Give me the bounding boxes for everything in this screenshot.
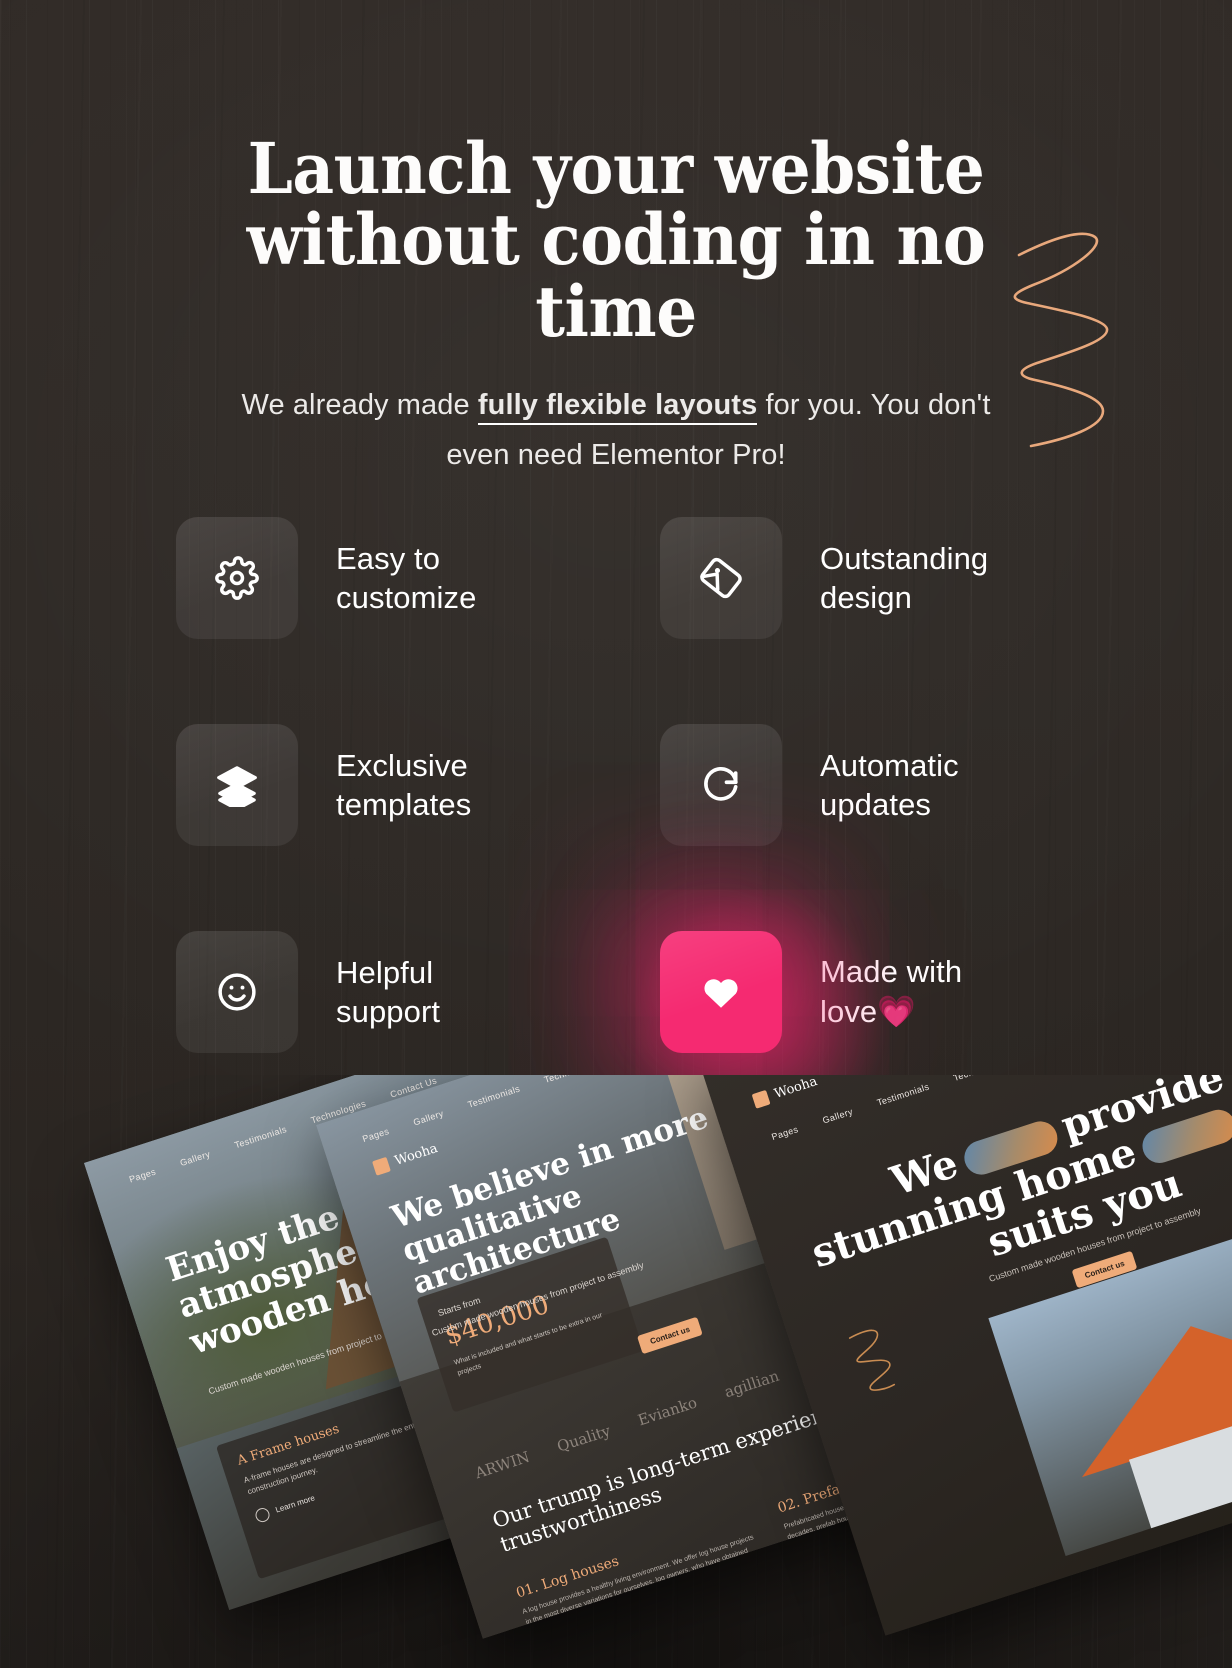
arrow-circle-icon [253, 1506, 272, 1524]
squiggle-decoration-icon [1013, 232, 1109, 448]
feature-icon-box [660, 724, 782, 846]
feature-exclusive-templates[interactable]: Exclusive templates [176, 724, 660, 846]
nav-item[interactable]: Pages [361, 1126, 390, 1144]
feature-icon-box [176, 517, 298, 639]
mockup-brand-logo[interactable]: Wooha [751, 1075, 820, 1109]
feature-label: Made with love💗 [820, 952, 962, 1031]
feature-icon-box [660, 517, 782, 639]
feature-label: Easy to customize [336, 540, 477, 615]
feature-icon-box [176, 724, 298, 846]
feature-automatic-updates[interactable]: Automatic updates [660, 724, 1056, 846]
house-logo-icon [751, 1089, 771, 1109]
nav-item[interactable]: Technologies [952, 1075, 1010, 1083]
image-tilt-icon [700, 557, 742, 599]
brand-name: Wooha [772, 1075, 820, 1102]
subtitle-prefix: We already made [241, 389, 478, 422]
brand-logo: Evianko [635, 1393, 700, 1430]
refresh-icon [704, 767, 738, 801]
item-number: 02. [775, 1494, 802, 1517]
brand-logo: agillian [722, 1366, 782, 1402]
small-squiggle-icon [848, 1329, 896, 1391]
card-link-label: Learn more [274, 1493, 317, 1515]
nav-item[interactable]: Testimonials [876, 1082, 931, 1108]
brand-logo: Quality [554, 1421, 613, 1456]
feature-label: Automatic updates [820, 747, 959, 822]
feature-helpful-support[interactable]: Helpful support [176, 931, 660, 1053]
feature-icon-box [176, 931, 298, 1053]
feature-icon-box-highlight [660, 931, 782, 1053]
item-number: 01. [514, 1579, 541, 1602]
feature-label: Exclusive templates [336, 747, 472, 822]
feature-made-with-love[interactable]: Made with love💗 [660, 931, 1056, 1053]
brand-logo: ARWIN [472, 1447, 532, 1483]
mockups-section: Pages Gallery Testimonials Technologies … [0, 1075, 1232, 1668]
subtitle-emphasis: fully flexible layouts [477, 389, 758, 426]
nav-item[interactable]: Gallery [821, 1106, 854, 1125]
heart-icon [704, 979, 738, 1008]
feature-label: Helpful support [336, 954, 441, 1029]
nav-item[interactable]: Pages [128, 1166, 157, 1184]
feature-label: Outstanding design [820, 540, 989, 615]
smiley-icon [218, 973, 256, 1011]
feature-easy-to-customize[interactable]: Easy to customize [176, 517, 660, 639]
layers-icon [217, 766, 257, 807]
feature-outstanding-design[interactable]: Outstanding design [660, 517, 1056, 639]
mockup-contact-button[interactable]: Contact us [636, 1316, 704, 1355]
hero-subtitle: We already made fully flexible layouts f… [236, 381, 996, 481]
features-grid: Easy to customize Outstanding design Exc… [176, 517, 1056, 1053]
growing-heart-emoji: 💗 [877, 993, 916, 1030]
nav-item[interactable]: Pages [770, 1124, 799, 1142]
gear-icon [215, 556, 259, 600]
